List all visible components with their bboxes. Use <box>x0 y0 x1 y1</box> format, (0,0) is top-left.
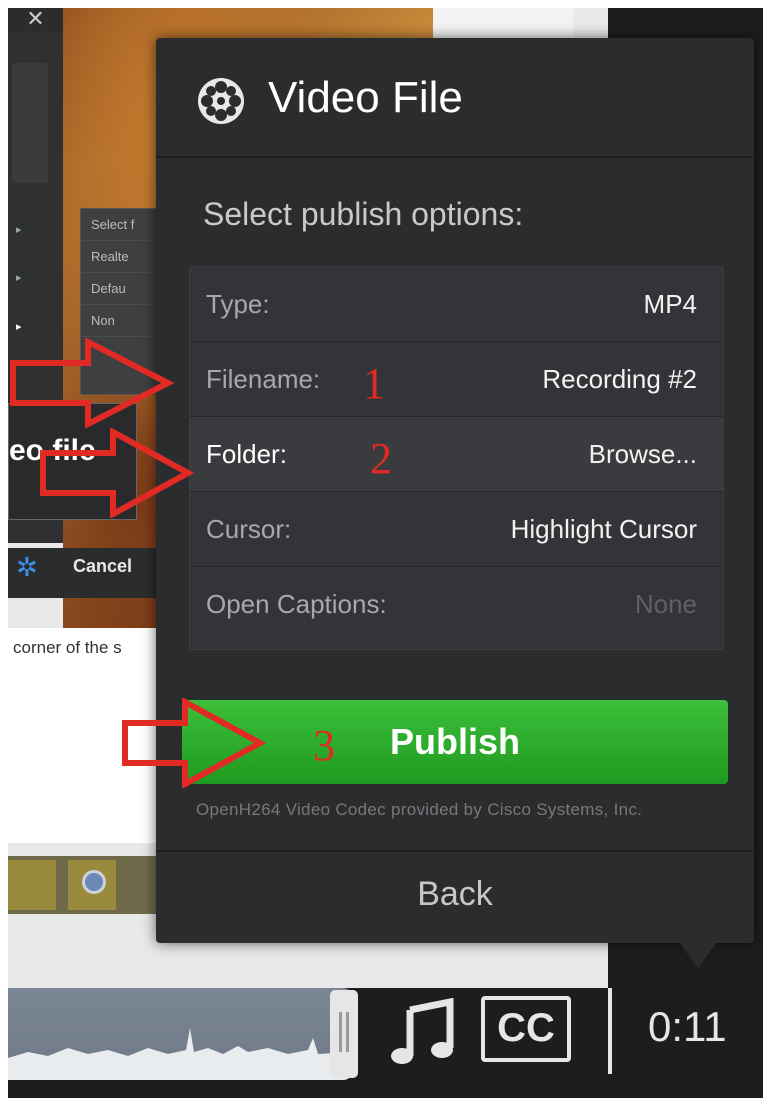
option-label: Filename: <box>206 364 321 394</box>
closed-captions-icon[interactable]: CC <box>481 996 571 1062</box>
annotation-arrow <box>122 698 267 788</box>
page-text: corner of the s <box>13 638 122 657</box>
background-filmstrip <box>8 856 160 914</box>
codec-note: OpenH264 Video Codec provided by Cisco S… <box>196 800 643 819</box>
music-icon[interactable] <box>388 998 458 1068</box>
background-panel <box>433 8 573 38</box>
option-folder[interactable]: Folder: Browse... <box>190 417 723 492</box>
chevron-right-icon: ▸ <box>16 321 22 333</box>
option-label: Type: <box>206 289 270 319</box>
annotation-arrow <box>10 338 175 428</box>
film-reel-icon <box>198 78 244 124</box>
annotation-number: 1 <box>363 359 385 408</box>
time-display: 0:11 <box>648 1003 727 1050</box>
screenshot-frame: ✕ ▸ ▸ ▸ Select f Realte Defau Non eo fil… <box>8 8 763 1098</box>
timeline-handle[interactable] <box>330 990 358 1078</box>
browse-button[interactable]: Browse... <box>589 439 697 470</box>
divider <box>608 988 612 1074</box>
publish-options-list: Type: MP4 Filename: Recording #2 Folder:… <box>189 266 724 650</box>
dialog-title: Video File <box>268 73 463 122</box>
back-button[interactable]: Back <box>156 852 754 943</box>
record-icon <box>82 870 106 894</box>
option-value: None <box>634 589 697 619</box>
filmstrip-cell <box>8 860 56 910</box>
audio-timeline[interactable] <box>8 988 353 1080</box>
cancel-button[interactable]: Cancel <box>73 556 132 577</box>
dialog-header: Video File <box>156 38 754 158</box>
annotation-arrow <box>40 428 195 518</box>
chevron-right-icon: ▸ <box>16 224 22 236</box>
video-file-dialog: Video File Select publish options: Type:… <box>156 38 754 943</box>
option-type[interactable]: Type: MP4 <box>190 267 723 342</box>
option-label: Open Captions: <box>206 589 387 619</box>
waveform <box>8 1028 353 1080</box>
annotation-number: 3 <box>313 721 335 770</box>
dialog-pointer <box>676 938 720 968</box>
close-icon[interactable]: ✕ <box>8 8 63 33</box>
chevron-right-icon: ▸ <box>16 272 22 284</box>
option-value: Highlight Cursor <box>510 514 697 544</box>
sidebar-tile <box>12 63 48 183</box>
option-open-captions[interactable]: Open Captions: None <box>190 567 723 641</box>
option-filename[interactable]: Filename: Recording #2 <box>190 342 723 417</box>
option-value: MP4 <box>643 289 697 319</box>
option-label: Folder: <box>206 439 287 469</box>
dialog-subtitle: Select publish options: <box>203 196 524 232</box>
option-value: Recording #2 <box>542 364 697 394</box>
gear-icon[interactable]: ✲ <box>16 552 38 583</box>
option-cursor[interactable]: Cursor: Highlight Cursor <box>190 492 723 567</box>
annotation-number: 2 <box>370 434 392 483</box>
option-label: Cursor: <box>206 514 292 544</box>
